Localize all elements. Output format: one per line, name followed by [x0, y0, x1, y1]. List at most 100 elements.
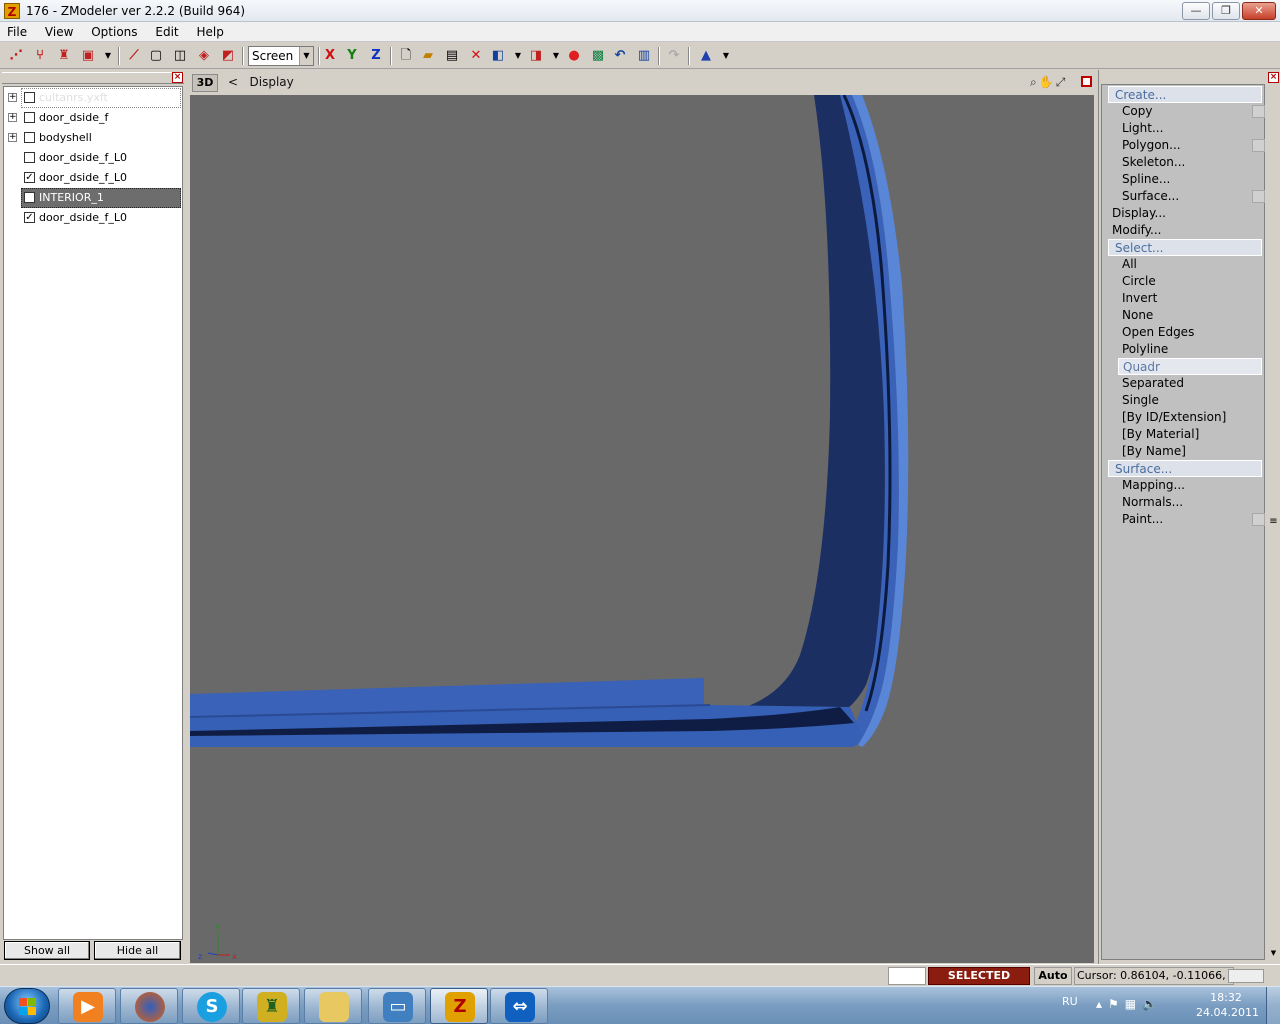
command-by-name[interactable]: [By Name] — [1122, 443, 1186, 460]
command-create[interactable]: Create... — [1108, 86, 1262, 103]
split-tool-icon[interactable]: ⑂ — [30, 46, 50, 66]
command-surface[interactable]: Surface... — [1122, 188, 1265, 205]
command-quadr[interactable]: Quadr — [1118, 358, 1262, 375]
minimize-button[interactable]: — — [1182, 2, 1210, 20]
tree-item[interactable]: INTERIOR_1 — [4, 188, 182, 208]
show-desktop-button[interactable] — [1266, 987, 1280, 1024]
3d-viewport[interactable]: y x z — [190, 95, 1094, 963]
visibility-checkbox[interactable] — [24, 152, 35, 163]
scroll-down-icon[interactable]: ▼ — [1267, 947, 1280, 960]
expand-icon[interactable]: + — [8, 93, 17, 102]
maximize-viewport-icon[interactable] — [1081, 76, 1092, 87]
figure-tool-icon[interactable]: ♜ — [54, 46, 74, 66]
show-all-button[interactable]: Show all — [4, 941, 90, 960]
visibility-checkbox[interactable] — [24, 92, 35, 103]
zoom-icon[interactable]: ⌕ — [1030, 75, 1039, 89]
action-center-icon[interactable]: ⚑ — [1108, 997, 1125, 1011]
fit-view-icon[interactable]: ⤢ — [1056, 75, 1068, 89]
tree-item[interactable]: door_dside_f_L0 — [4, 148, 182, 168]
command-surface[interactable]: Surface... — [1108, 460, 1262, 477]
command-display[interactable]: Display... — [1112, 205, 1166, 222]
status-slider[interactable] — [1228, 969, 1264, 983]
taskbar-teamviewer[interactable]: ⇔ — [490, 988, 548, 1024]
vertex-tool-icon[interactable]: ⋰ — [6, 46, 26, 66]
axis-y-button[interactable]: Y — [342, 46, 362, 66]
system-clock[interactable]: 18:32 24.04.2011 — [1196, 990, 1259, 1020]
command-normals[interactable]: Normals... — [1122, 494, 1183, 511]
command-single[interactable]: Single — [1122, 392, 1159, 409]
menu-edit[interactable]: Edit — [148, 22, 185, 42]
tree-item[interactable]: + door_dside_f — [4, 108, 182, 128]
menu-view[interactable]: View — [38, 22, 80, 42]
open-folder-icon[interactable]: ▰ — [418, 46, 438, 66]
app-logo-icon[interactable]: Z — [4, 3, 20, 19]
command-polygon[interactable]: Polygon... — [1122, 137, 1265, 154]
taskbar-skype[interactable]: S — [182, 988, 240, 1024]
start-button[interactable] — [4, 988, 50, 1024]
selected-mode-indicator[interactable]: SELECTED MODE — [928, 967, 1030, 998]
cube-tool-icon[interactable]: ▢ — [146, 46, 166, 66]
taskbar-firefox[interactable] — [120, 988, 178, 1024]
delete-icon[interactable]: ✕ — [466, 46, 486, 66]
polyline-tool-icon[interactable]: ⟋ — [124, 46, 144, 66]
viewport-type-tag[interactable]: 3D — [192, 74, 218, 92]
chevron-down-icon[interactable]: ▼ — [299, 47, 313, 65]
command-option-box[interactable] — [1252, 190, 1265, 203]
command-select[interactable]: Select... — [1108, 239, 1262, 256]
save-icon[interactable]: ▤ — [442, 46, 462, 66]
axis-x-button[interactable]: X — [320, 46, 340, 66]
visibility-checkbox[interactable] — [24, 192, 35, 203]
command-separated[interactable]: Separated — [1122, 375, 1184, 392]
axis-z-button[interactable]: Z — [366, 46, 386, 66]
command-circle[interactable]: Circle — [1122, 273, 1156, 290]
command-by-material[interactable]: [By Material] — [1122, 426, 1199, 443]
hide-all-button[interactable]: Hide all — [94, 941, 181, 960]
command-paint[interactable]: Paint... — [1122, 511, 1265, 528]
command-copy[interactable]: Copy — [1122, 103, 1265, 120]
auto-toggle[interactable]: Auto — [1034, 967, 1072, 985]
close-panel-icon[interactable]: × — [1268, 72, 1279, 83]
tree-item[interactable]: ✓ door_dside_f_L0 — [4, 168, 182, 188]
taskbar-media-player[interactable]: ▶ — [58, 988, 116, 1024]
taskbar-image-viewer[interactable]: ▭ — [368, 988, 426, 1024]
command-spline[interactable]: Spline... — [1122, 171, 1170, 188]
network-icon[interactable]: ▦ — [1125, 997, 1142, 1011]
viewport-breadcrumb[interactable]: < Display — [228, 75, 294, 89]
menu-options[interactable]: Options — [84, 22, 144, 42]
volume-icon[interactable]: 🔈 — [1142, 997, 1163, 1011]
image-icon[interactable]: ▩ — [588, 46, 608, 66]
object-tool-icon[interactable]: ▣ — [78, 46, 98, 66]
taskbar-file-explorer[interactable] — [304, 988, 362, 1024]
command-open-edges[interactable]: Open Edges — [1122, 324, 1194, 341]
dropdown-arrow-icon[interactable]: ▼ — [98, 46, 118, 66]
tree-item[interactable]: + cultanrs.yxft — [4, 88, 182, 108]
dropdown-arrow-icon[interactable]: ▼ — [716, 46, 736, 66]
properties-icon[interactable]: ▥ — [634, 46, 654, 66]
new-file-icon[interactable]: 🗋 — [396, 46, 416, 66]
mesh-tool-icon[interactable]: ◈ — [194, 46, 214, 66]
scroll-grip-icon[interactable]: ≡ — [1268, 516, 1279, 528]
visibility-checkbox[interactable] — [24, 112, 35, 123]
view-mode-select[interactable]: Screen ▼ — [248, 46, 314, 66]
visibility-checkbox[interactable]: ✓ — [24, 172, 35, 183]
taskbar-zmodeler-tool[interactable]: ♜ — [242, 988, 300, 1024]
tree-item[interactable]: ✓ door_dside_f_L0 — [4, 208, 182, 228]
command-light[interactable]: Light... — [1122, 120, 1163, 137]
breadcrumb-back-icon[interactable]: < — [228, 75, 238, 89]
language-indicator[interactable]: RU — [1062, 995, 1078, 1008]
pivot-icon[interactable]: ▲ — [696, 46, 716, 66]
command-invert[interactable]: Invert — [1122, 290, 1157, 307]
import-icon[interactable]: ◧ — [488, 46, 508, 66]
taskbar-zmodeler[interactable]: Z — [430, 988, 488, 1024]
command-skeleton[interactable]: Skeleton... — [1122, 154, 1185, 171]
command-mapping[interactable]: Mapping... — [1122, 477, 1185, 494]
command-scrollbar[interactable]: × ≡ ▼ — [1267, 70, 1280, 964]
command-by-id-extension[interactable]: [By ID/Extension] — [1122, 409, 1226, 426]
dropdown-arrow-icon[interactable]: ▼ — [546, 46, 566, 66]
close-button[interactable]: ✕ — [1242, 2, 1276, 20]
visibility-checkbox[interactable]: ✓ — [24, 212, 35, 223]
show-hidden-icons-icon[interactable]: ▴ — [1096, 997, 1108, 1011]
record-icon[interactable]: ● — [564, 46, 584, 66]
pan-hand-icon[interactable]: ✋ — [1039, 75, 1056, 89]
command-none[interactable]: None — [1122, 307, 1153, 324]
